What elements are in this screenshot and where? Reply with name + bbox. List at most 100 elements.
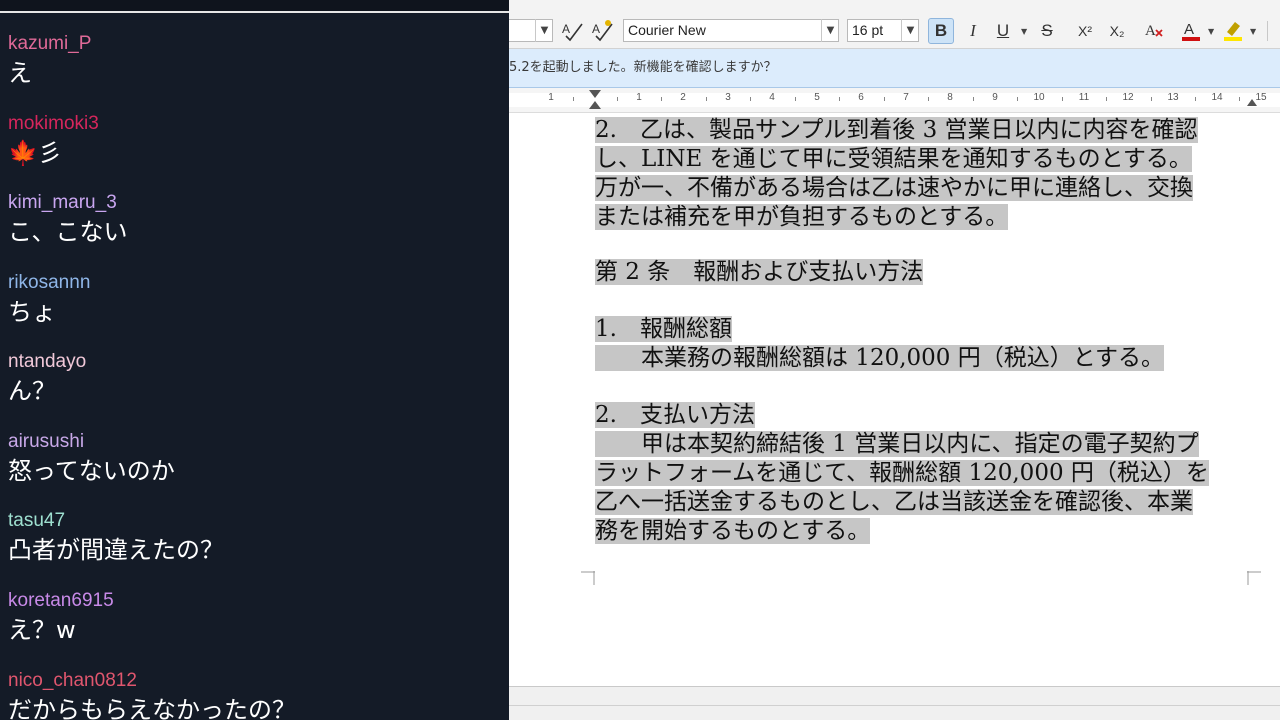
ruler-tick bbox=[795, 97, 796, 101]
chat-header-bar bbox=[0, 0, 509, 13]
ruler-tick bbox=[973, 97, 974, 101]
page-corner-mark bbox=[1247, 571, 1261, 585]
ruler-number: 5 bbox=[814, 92, 820, 103]
chat-text: え bbox=[8, 59, 32, 87]
chevron-down-icon[interactable]: ▼ bbox=[1208, 27, 1214, 36]
subscript-button[interactable]: X₂ bbox=[1104, 18, 1130, 44]
ruler-tick bbox=[573, 97, 574, 101]
spellcheck-icon[interactable]: A bbox=[559, 18, 585, 44]
chat-text: 怒ってないのか bbox=[8, 457, 175, 485]
ruler-tick bbox=[1062, 97, 1063, 101]
chat-username[interactable]: airusushi bbox=[8, 431, 503, 453]
chat-text: え？w bbox=[8, 616, 76, 644]
first-line-indent-marker[interactable] bbox=[589, 90, 601, 98]
formatting-toolbar: ▼ A A Courier New ▼ 16 pt ▼ B I U ▼ S X²… bbox=[509, 0, 1280, 49]
ruler-number: 1 bbox=[636, 92, 642, 103]
chat-username[interactable]: mokimoki3 bbox=[8, 113, 503, 135]
clear-formatting-icon[interactable]: A bbox=[1141, 18, 1167, 44]
writer-window: ▼ A A Courier New ▼ 16 pt ▼ B I U ▼ S X²… bbox=[509, 0, 1280, 720]
ruler-number: 4 bbox=[769, 92, 775, 103]
article-heading[interactable]: 第 2 条 報酬および支払い方法 bbox=[595, 258, 924, 287]
chat-message: kazumi_P え bbox=[8, 33, 503, 90]
ruler-tick bbox=[706, 97, 707, 101]
ruler-strip bbox=[509, 93, 1280, 107]
highlighted-text: 本業務の報酬総額は 120,000 円（税込）とする。 bbox=[595, 345, 1165, 371]
ruler-number: 12 bbox=[1122, 92, 1134, 103]
ruler-number: 14 bbox=[1211, 92, 1223, 103]
ruler-tick bbox=[884, 97, 885, 101]
info-bar-text: 5.2を起動しました。新機能を確認しますか？ bbox=[509, 60, 777, 75]
strikethrough-button[interactable]: S bbox=[1034, 18, 1060, 44]
italic-button[interactable]: I bbox=[960, 18, 986, 44]
font-color-icon[interactable]: A bbox=[1178, 18, 1204, 44]
superscript-button[interactable]: X² bbox=[1072, 18, 1098, 44]
ruler-number: 3 bbox=[725, 92, 731, 103]
chat-message: koretan6915 え？w bbox=[8, 590, 503, 647]
chat-username[interactable]: ntandayo bbox=[8, 351, 503, 373]
svg-text:A: A bbox=[1184, 21, 1194, 38]
ruler-number: 11 bbox=[1078, 92, 1090, 103]
horizontal-scrollbar[interactable] bbox=[509, 686, 1280, 720]
chevron-down-icon[interactable]: ▼ bbox=[821, 19, 839, 42]
paragraph-clause1-item2[interactable]: 2. 乙は、製品サンプル到着後 3 営業日以内に内容を確認 し、LINE を通じ… bbox=[595, 116, 1198, 232]
ruler-number: 13 bbox=[1167, 92, 1179, 103]
highlighted-text: 2. 乙は、製品サンプル到着後 3 営業日以内に内容を確認 bbox=[595, 117, 1198, 143]
ruler-number: 6 bbox=[858, 92, 864, 103]
chat-message: tasu47 凸者が間違えたの？ bbox=[8, 510, 503, 567]
chat-username[interactable]: kazumi_P bbox=[8, 33, 503, 55]
chat-panel: kazumi_P え mokimoki3 🍁彡 kimi_maru_3 こ、こな… bbox=[0, 0, 509, 720]
chat-message: ntandayo ん？ bbox=[8, 351, 503, 408]
chat-username[interactable]: kimi_maru_3 bbox=[8, 192, 503, 214]
paragraph-item2[interactable]: 2. 支払い方法 甲は本契約締結後 1 営業日以内に、指定の電子契約プ ラットフ… bbox=[595, 401, 1209, 546]
chat-text: 凸者が間違えたの？ bbox=[8, 536, 224, 564]
chevron-down-icon[interactable]: ▼ bbox=[1250, 27, 1256, 36]
highlighted-text: 1. 報酬総額 bbox=[595, 316, 732, 342]
font-name-box[interactable]: Courier New bbox=[623, 19, 839, 42]
chat-username[interactable]: tasu47 bbox=[8, 510, 503, 532]
chat-username[interactable]: rikosannn bbox=[8, 272, 503, 294]
chat-username[interactable]: koretan6915 bbox=[8, 590, 503, 612]
document-page[interactable]: 2. 乙は、製品サンプル到着後 3 営業日以内に内容を確認 し、LINE を通じ… bbox=[509, 113, 1280, 686]
underline-button[interactable]: U bbox=[990, 18, 1016, 44]
ruler-number: 1 bbox=[548, 92, 554, 103]
info-bar: 5.2を起動しました。新機能を確認しますか？ bbox=[509, 49, 1280, 88]
highlighted-text: 2. 支払い方法 bbox=[595, 402, 755, 428]
scrollbar-track bbox=[509, 705, 1280, 706]
ruler-tick bbox=[928, 97, 929, 101]
highlighted-text: または補充を甲が負担するものとする。 bbox=[595, 204, 1009, 230]
chat-message: airusushi 怒ってないのか bbox=[8, 431, 503, 488]
bold-button[interactable]: B bbox=[928, 18, 954, 44]
horizontal-ruler[interactable]: 1 1 2 3 4 5 6 7 8 9 10 11 12 13 14 15 bbox=[509, 88, 1280, 113]
page-corner-mark bbox=[581, 571, 595, 585]
right-indent-marker[interactable] bbox=[1247, 99, 1257, 106]
chat-text: こ、こない bbox=[8, 218, 128, 246]
ruler-tick bbox=[661, 97, 662, 101]
highlighted-text: 万が一、不備がある場合は乙は速やかに甲に連絡し、交換 bbox=[595, 175, 1193, 201]
highlighted-text: ラットフォームを通じて、報酬総額 120,000 円（税込）を bbox=[595, 460, 1209, 486]
chevron-down-icon[interactable]: ▼ bbox=[901, 19, 919, 42]
highlighted-text: 務を開始するものとする。 bbox=[595, 518, 871, 544]
paragraph-item1[interactable]: 1. 報酬総額 本業務の報酬総額は 120,000 円（税込）とする。 bbox=[595, 315, 1165, 373]
chat-username[interactable]: nico_chan0812 bbox=[8, 670, 503, 692]
ruler-tick bbox=[617, 97, 618, 101]
highlighted-text: 第 2 条 報酬および支払い方法 bbox=[595, 259, 924, 285]
chat-message: nico_chan0812 だからもらえなかったの？ bbox=[8, 670, 503, 720]
chat-message: kimi_maru_3 こ、こない bbox=[8, 192, 503, 249]
highlight-color-icon[interactable] bbox=[1220, 18, 1246, 44]
highlighted-text: し、LINE を通じて甲に受領結果を通知するものとする。 bbox=[595, 146, 1192, 172]
chevron-down-icon[interactable]: ▼ bbox=[535, 19, 553, 42]
autospellcheck-icon[interactable]: A bbox=[589, 18, 615, 44]
chat-text: だからもらえなかったの？ bbox=[8, 696, 296, 720]
chat-text: ちょ bbox=[8, 298, 56, 326]
left-indent-marker[interactable] bbox=[589, 101, 601, 109]
highlighted-text: 乙へ一括送金するものとし、乙は当該送金を確認後、本業 bbox=[595, 489, 1193, 515]
svg-text:A: A bbox=[592, 22, 600, 36]
ruler-tick bbox=[1017, 97, 1018, 101]
ruler-tick bbox=[839, 97, 840, 101]
chevron-down-icon[interactable]: ▼ bbox=[1021, 27, 1027, 36]
ruler-number: 15 bbox=[1255, 92, 1267, 103]
chat-message: mokimoki3 🍁彡 bbox=[8, 113, 503, 170]
ruler-tick bbox=[1151, 97, 1152, 101]
svg-text:A: A bbox=[562, 22, 570, 36]
ruler-tick bbox=[1239, 97, 1240, 101]
